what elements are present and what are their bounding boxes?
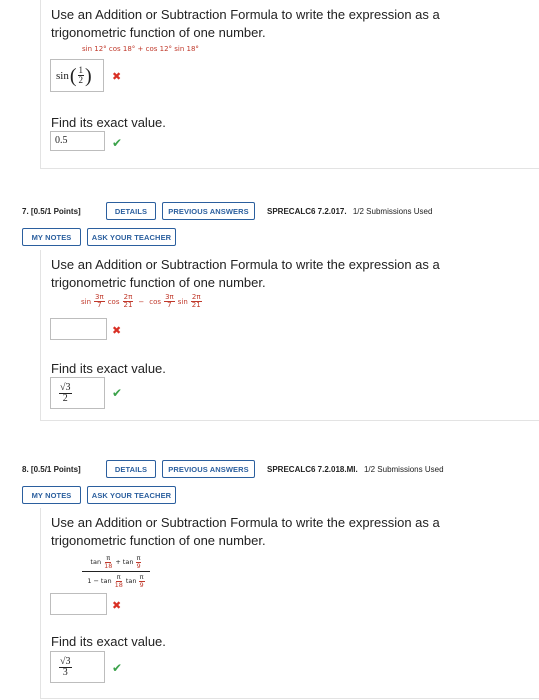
- q8-details-button[interactable]: DETAILS: [106, 460, 156, 478]
- q8-expr-tan1: tan: [90, 558, 102, 566]
- q8-expr-minus: −: [93, 577, 99, 585]
- q8-expr-tan3: tan: [100, 577, 112, 585]
- q8-expr-tan4: tan: [125, 577, 137, 585]
- q7-incorrect-icon: ✖: [112, 324, 122, 337]
- q8-answer-field[interactable]: [50, 593, 107, 615]
- q7-expr-frac2: 2π 21: [122, 294, 134, 309]
- q8-submissions: 1/2 Submissions Used: [363, 465, 444, 474]
- q7-correct-icon: ✔: [112, 386, 123, 400]
- q7-expr-d2: 21: [123, 301, 133, 309]
- q8-correct-icon: ✔: [112, 661, 123, 675]
- q8-prompt: Use an Addition or Subtraction Formula t…: [51, 515, 440, 548]
- q6-prompt: Use an Addition or Subtraction Formula t…: [51, 7, 440, 40]
- q8-header: 8. [0.5/1 Points]: [22, 465, 81, 474]
- q8-expr-frac4: π9: [138, 574, 145, 589]
- q7-expr-d3: 7: [167, 301, 172, 309]
- q6-exact-value: 0.5: [55, 135, 68, 146]
- q8-expr-one: 1: [87, 577, 92, 585]
- q7-number: 7.: [22, 207, 29, 216]
- q7-exact-num: √3: [59, 381, 72, 394]
- q8-expr-d2: 9: [136, 561, 141, 570]
- q7-expr-d4: 21: [191, 301, 201, 309]
- q8-exact-field[interactable]: √3 3: [50, 651, 105, 683]
- q6-exact-field[interactable]: 0.5: [50, 131, 105, 151]
- q7-problem-code: SPRECALC6 7.2.017. 1/2 Submissions Used: [267, 207, 432, 216]
- q7-expr-cos2: cos: [149, 297, 162, 306]
- q8-my-notes-button[interactable]: MY NOTES: [22, 486, 81, 504]
- q6-correct-icon: ✔: [112, 136, 123, 150]
- q6-answer-paren: (: [69, 64, 77, 87]
- q7-details-button[interactable]: DETAILS: [106, 202, 156, 220]
- q7-answer-field[interactable]: [50, 318, 107, 340]
- q7-expr-frac1: 3π 7: [94, 294, 105, 309]
- q7-expr-minus: −: [138, 297, 145, 306]
- q8-expr-d3: 18: [114, 580, 123, 589]
- q8-expr-d1: 18: [104, 561, 113, 570]
- q8-expression: tan π 18 + tan π9 1 − tan π 18 tan π9: [82, 555, 150, 588]
- q7-header: 7. [0.5/1 Points]: [22, 207, 81, 216]
- q6-answer-den: 2: [78, 75, 84, 85]
- q7-expression: sin 3π 7 cos 2π 21 − cos 3π 7 sin 2π 21: [81, 294, 202, 309]
- q8-expr-frac3: π 18: [114, 574, 124, 588]
- q8-expr-frac1: π 18: [103, 555, 113, 569]
- q7-expr-sin2: sin: [177, 297, 188, 306]
- q7-submissions: 1/2 Submissions Used: [352, 207, 433, 216]
- q6-find-exact: Find its exact value.: [51, 115, 166, 130]
- q8-number: 8.: [22, 465, 29, 474]
- q7-prompt: Use an Addition or Subtraction Formula t…: [51, 257, 440, 290]
- q6-answer-fraction: 1 2: [77, 66, 85, 85]
- q8-code-text: SPRECALC6 7.2.018.MI.: [267, 465, 358, 474]
- q6-expression: sin 12° cos 18° + cos 12° sin 18°: [82, 45, 199, 53]
- q6-answer-field[interactable]: sin ( 1 2 ): [50, 59, 104, 92]
- q8-points: [0.5/1 Points]: [30, 465, 81, 474]
- q8-exact-den: 3: [62, 666, 68, 678]
- q7-exact-den: 2: [62, 392, 68, 404]
- q8-ask-teacher-button[interactable]: ASK YOUR TEACHER: [87, 486, 176, 504]
- q7-ask-teacher-button[interactable]: ASK YOUR TEACHER: [87, 228, 176, 246]
- q7-expr-sin1: sin: [81, 297, 92, 306]
- q8-problem-code: SPRECALC6 7.2.018.MI. 1/2 Submissions Us…: [267, 465, 444, 474]
- q7-my-notes-button[interactable]: MY NOTES: [22, 228, 81, 246]
- q8-expr-tan2: tan: [122, 558, 134, 566]
- q8-expr-plus: +: [115, 558, 121, 566]
- q8-expr-frac2: π9: [135, 555, 142, 570]
- q6-answer-func: sin: [56, 69, 69, 82]
- q7-exact-field[interactable]: √3 2: [50, 377, 105, 409]
- q8-expr-numerator: tan π 18 + tan π9: [82, 555, 150, 572]
- q7-expr-cos1: cos: [107, 297, 120, 306]
- q7-expr-frac3: 3π 7: [164, 294, 175, 309]
- q7-find-exact: Find its exact value.: [51, 361, 166, 376]
- q7-exact-fraction: √3 2: [59, 381, 72, 404]
- q6-incorrect-icon: ✖: [112, 70, 122, 83]
- q8-find-exact: Find its exact value.: [51, 634, 166, 649]
- q8-expr-denominator: 1 − tan π 18 tan π9: [82, 572, 150, 588]
- q8-exact-fraction: √3 3: [59, 655, 72, 678]
- q7-expr-d1: 7: [97, 301, 102, 309]
- q8-exact-num: √3: [59, 655, 72, 668]
- q8-previous-answers-button[interactable]: PREVIOUS ANSWERS: [162, 460, 255, 478]
- q6-answer-paren-close: ): [85, 64, 92, 87]
- q8-expr-d4: 9: [139, 580, 144, 589]
- q8-incorrect-icon: ✖: [112, 599, 122, 612]
- q7-points: [0.5/1 Points]: [30, 207, 81, 216]
- q7-previous-answers-button[interactable]: PREVIOUS ANSWERS: [162, 202, 255, 220]
- q7-code-text: SPRECALC6 7.2.017.: [267, 207, 347, 216]
- q7-expr-frac4: 2π 21: [190, 294, 202, 309]
